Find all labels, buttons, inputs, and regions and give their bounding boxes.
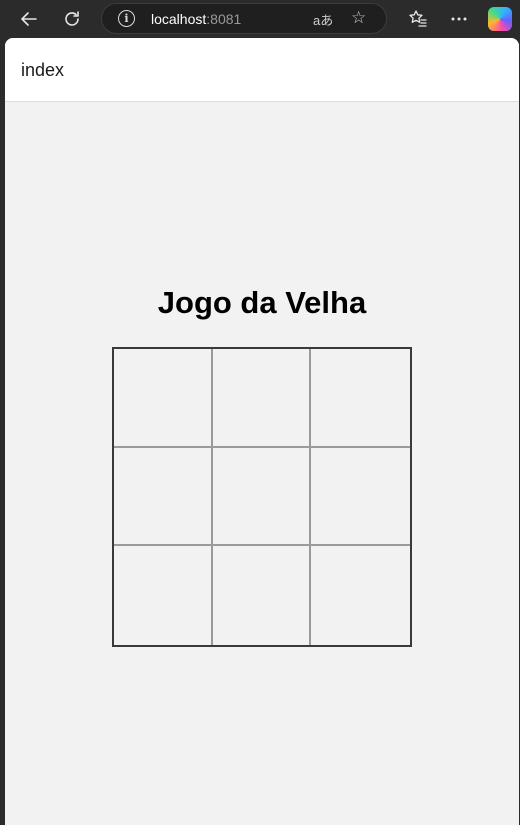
back-arrow-icon[interactable] xyxy=(15,5,43,33)
url-host: localhost xyxy=(151,11,207,27)
favorites-list-icon[interactable] xyxy=(404,5,432,33)
info-icon[interactable]: i xyxy=(118,10,135,27)
star-icon[interactable]: ☆ xyxy=(351,8,366,28)
tic-tac-toe-board xyxy=(112,347,412,647)
app-title: index xyxy=(21,60,65,80)
translate-icon[interactable]: aあ xyxy=(313,10,333,29)
board-cell-6[interactable] xyxy=(311,447,410,547)
url-port: :8081 xyxy=(206,11,242,27)
game-title: Jogo da Velha xyxy=(157,285,367,320)
browser-toolbar: i localhost:8081 aあ ☆ xyxy=(0,0,520,38)
board-cell-3[interactable] xyxy=(311,349,410,448)
url-text[interactable]: localhost:8081 xyxy=(151,11,241,27)
board-cell-2[interactable] xyxy=(212,349,312,448)
reload-icon[interactable] xyxy=(58,5,86,33)
board-cell-9[interactable] xyxy=(311,546,410,645)
board-cell-1[interactable] xyxy=(114,349,213,448)
page-viewport: index Jogo da Velha xyxy=(5,38,519,825)
app-header: index xyxy=(5,38,519,102)
address-bar[interactable]: i localhost:8081 aあ ☆ xyxy=(101,3,387,34)
board-cell-5[interactable] xyxy=(212,447,312,547)
copilot-icon[interactable] xyxy=(488,7,512,31)
board-cell-8[interactable] xyxy=(212,546,312,645)
board-cell-7[interactable] xyxy=(114,546,213,645)
more-icon[interactable] xyxy=(445,5,473,33)
board-cell-4[interactable] xyxy=(114,447,213,547)
